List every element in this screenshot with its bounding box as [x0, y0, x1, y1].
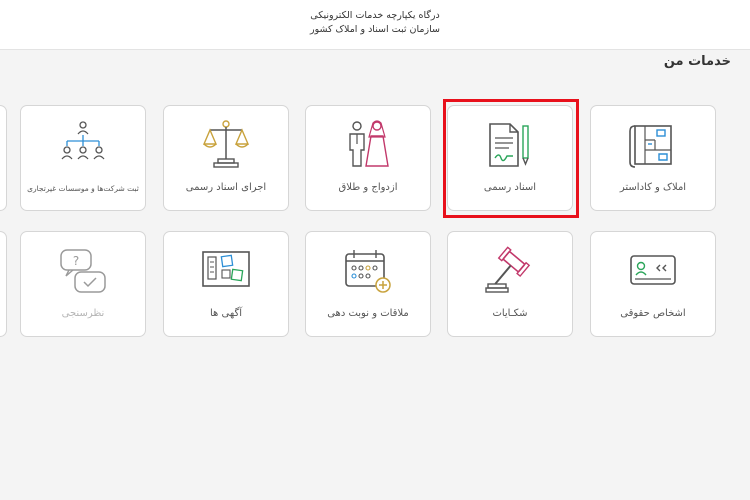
service-card-notices[interactable]: آگهی ها — [163, 231, 289, 337]
org-chart-icon — [21, 120, 145, 170]
official-document-icon — [448, 120, 572, 170]
notice-board-icon — [164, 246, 288, 296]
service-card-cadastre[interactable]: املاک و کاداستر — [590, 105, 716, 211]
service-card-official-documents[interactable]: اسناد رسمی — [447, 105, 573, 211]
survey-chat-icon: ? — [21, 246, 145, 296]
service-card-label: املاک و کاداستر — [619, 182, 687, 193]
service-card-appointments[interactable]: ملاقات و نوبت دهی — [305, 231, 431, 337]
service-card-label: ثبت شرکت‌ها و موسسات غیرتجاری — [27, 184, 139, 193]
service-card-label: اشخاص حقوقی — [620, 308, 686, 319]
justice-scale-icon — [164, 120, 288, 170]
service-card-label: آگهی ها — [210, 308, 242, 319]
service-card-enforcement[interactable]: اجرای اسناد رسمی — [163, 105, 289, 211]
service-card-survey[interactable]: ? نظرسنجی — [20, 231, 146, 337]
service-card-label: اسناد رسمی — [483, 182, 537, 193]
marriage-couple-icon — [306, 120, 430, 170]
service-card-partial[interactable] — [0, 105, 7, 211]
site-header: درگاه یکپارچه خدمات الکترونیکی سازمان ثب… — [0, 0, 750, 50]
portal-title: درگاه یکپارچه خدمات الکترونیکی — [310, 10, 440, 21]
service-card-partial[interactable] — [0, 231, 7, 337]
service-card-complaints[interactable]: شکـایات — [447, 231, 573, 337]
organization-title: سازمان ثبت اسناد و املاک کشور — [310, 24, 440, 35]
service-card-label: شکـایات — [492, 308, 528, 319]
svg-text:?: ? — [73, 254, 79, 268]
service-card-label: ازدواج و طلاق — [338, 182, 398, 193]
gavel-icon — [448, 246, 572, 296]
service-card-label: ملاقات و نوبت دهی — [327, 308, 409, 319]
id-card-icon — [591, 246, 715, 296]
service-card-label: اجرای اسناد رسمی — [185, 182, 267, 193]
service-card-company-registration[interactable]: ثبت شرکت‌ها و موسسات غیرتجاری — [20, 105, 146, 211]
cadastre-map-icon — [591, 120, 715, 170]
calendar-add-icon — [306, 246, 430, 296]
service-card-marriage-divorce[interactable]: ازدواج و طلاق — [305, 105, 431, 211]
section-title: خدمات من — [663, 54, 731, 69]
service-card-label: نظرسنجی — [61, 308, 105, 319]
service-card-legal-entities[interactable]: اشخاص حقوقی — [590, 231, 716, 337]
